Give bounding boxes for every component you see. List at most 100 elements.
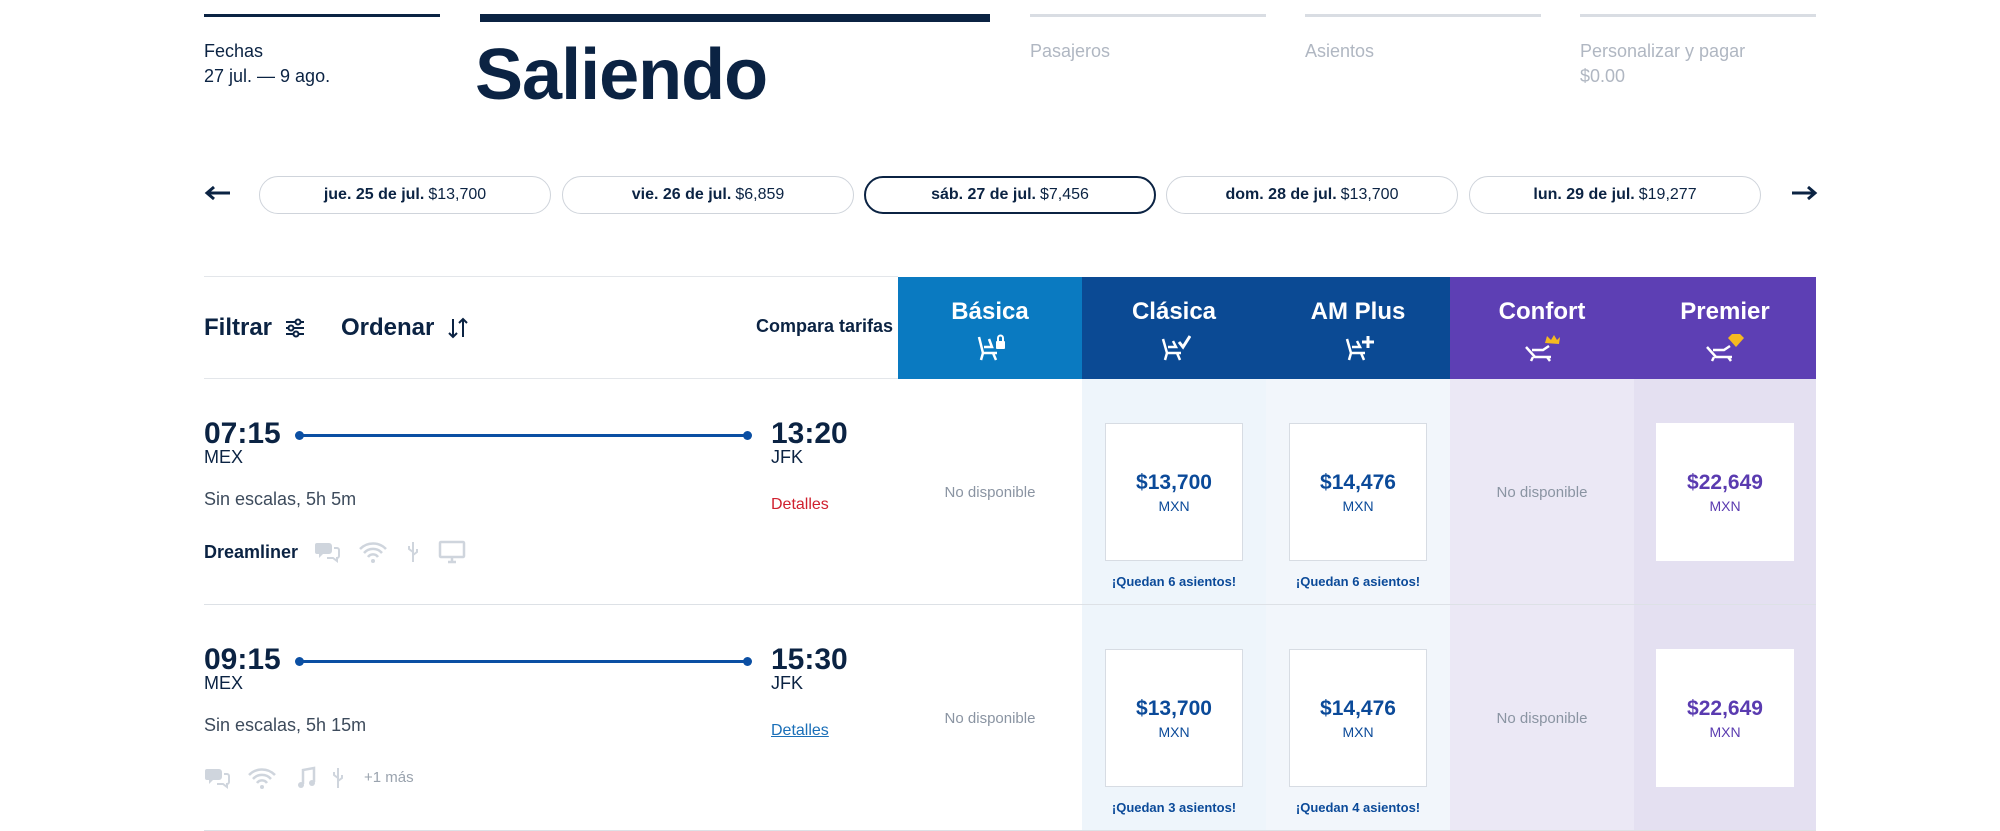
row-divider bbox=[204, 604, 1816, 605]
route-end-dot bbox=[743, 431, 752, 440]
fare-currency: MXN bbox=[1342, 498, 1374, 514]
usb-icon bbox=[406, 540, 420, 569]
flight-duration: Sin escalas, 5h 15m bbox=[204, 715, 367, 735]
step-sub: $0.00 bbox=[1580, 66, 1626, 86]
date-option-27-selected[interactable]: sáb. 27 de jul. $7,456 bbox=[864, 176, 1156, 214]
step-label: Pasajeros bbox=[1030, 41, 1111, 61]
wifi-icon bbox=[247, 766, 277, 795]
fare-card-clasica[interactable]: $13,700 MXN bbox=[1105, 649, 1243, 787]
seat-gem-icon bbox=[1634, 333, 1816, 368]
step-sub: 27 jul. — 9 ago. bbox=[204, 66, 331, 86]
fare-card-premier[interactable]: $22,649 MXN bbox=[1656, 423, 1794, 561]
step-label: Asientos bbox=[1305, 41, 1375, 61]
fare-price: $13,700 bbox=[1136, 697, 1212, 720]
date-price: $6,859 bbox=[735, 186, 785, 203]
fare-currency: MXN bbox=[1158, 724, 1190, 740]
fare-price: $13,700 bbox=[1136, 471, 1212, 494]
filter-label: Filtrar bbox=[204, 314, 273, 341]
step-pasajeros: Pasajeros bbox=[1030, 14, 1266, 63]
arrival-time: 15:30 bbox=[771, 643, 848, 676]
compare-fares-link[interactable]: Compara tarifas bbox=[756, 316, 893, 337]
sort-icon bbox=[448, 317, 469, 339]
date-price: $7,456 bbox=[1040, 186, 1089, 203]
fare-card-amplus[interactable]: $14,476 MXN bbox=[1289, 649, 1427, 787]
arrow-left-icon[interactable] bbox=[204, 178, 234, 208]
filter-icon bbox=[286, 318, 305, 338]
fare-card-clasica[interactable]: $13,700 MXN bbox=[1105, 423, 1243, 561]
seats-left: ¡Quedan 4 asientos! bbox=[1295, 800, 1421, 815]
seat-plus-icon bbox=[1266, 333, 1450, 368]
seats-left: ¡Quedan 3 asientos! bbox=[1111, 800, 1237, 815]
usb-icon bbox=[331, 766, 345, 795]
fare-card-premier[interactable]: $22,649 MXN bbox=[1656, 649, 1794, 787]
fare-header-basica[interactable]: Básica bbox=[898, 277, 1082, 379]
fare-unavailable: No disponible bbox=[944, 710, 1036, 727]
music-icon bbox=[296, 766, 316, 795]
sort-button[interactable]: Ordenar bbox=[341, 314, 470, 342]
seats-left: ¡Quedan 6 asientos! bbox=[1111, 574, 1237, 589]
seat-lock-icon bbox=[898, 333, 1082, 368]
step-personalizar: Personalizar y pagar $0.00 bbox=[1580, 14, 1816, 89]
date-option-26[interactable]: vie. 26 de jul. $6,859 bbox=[562, 176, 854, 214]
fare-name: Básica bbox=[951, 298, 1029, 325]
details-link[interactable]: Detalles bbox=[771, 496, 829, 514]
fare-price: $14,476 bbox=[1320, 697, 1396, 720]
step-bar bbox=[1580, 14, 1816, 17]
seat-crown-icon bbox=[1450, 333, 1634, 368]
date-option-25[interactable]: jue. 25 de jul. $13,700 bbox=[259, 176, 551, 214]
filter-button[interactable]: Filtrar bbox=[204, 314, 306, 342]
page-title: Saliendo bbox=[475, 35, 768, 115]
divider bbox=[204, 276, 898, 277]
details-link[interactable]: Detalles bbox=[771, 722, 829, 740]
wifi-icon bbox=[358, 540, 388, 569]
step-saliendo bbox=[480, 14, 990, 22]
fare-currency: MXN bbox=[1709, 498, 1741, 514]
step-bar bbox=[1305, 14, 1541, 17]
date-option-28[interactable]: dom. 28 de jul. $13,700 bbox=[1166, 176, 1458, 214]
fare-unavailable: No disponible bbox=[944, 484, 1036, 501]
more-amenities[interactable]: +1 más bbox=[364, 769, 414, 786]
fare-card-amplus[interactable]: $14,476 MXN bbox=[1289, 423, 1427, 561]
arrival-time: 13:20 bbox=[771, 417, 848, 450]
arrival-airport: JFK bbox=[771, 673, 804, 693]
chat-icon bbox=[314, 540, 340, 569]
fare-header-premier[interactable]: Premier bbox=[1634, 277, 1816, 379]
sort-label: Ordenar bbox=[341, 314, 435, 341]
fare-header-confort[interactable]: Confort bbox=[1450, 277, 1634, 379]
fare-name: Confort bbox=[1498, 298, 1586, 325]
fare-header-clasica[interactable]: Clásica bbox=[1082, 277, 1266, 379]
fare-price: $22,649 bbox=[1687, 471, 1763, 494]
fare-name: Clásica bbox=[1131, 298, 1217, 325]
departure-time: 09:15 bbox=[204, 643, 281, 676]
departure-airport: MEX bbox=[204, 673, 244, 693]
step-fechas[interactable]: Fechas 27 jul. — 9 ago. bbox=[204, 14, 440, 89]
aircraft-name: Dreamliner bbox=[204, 542, 299, 562]
step-label: Fechas bbox=[204, 41, 264, 61]
date-label: dom. 28 de jul. bbox=[1225, 186, 1337, 203]
date-price: $19,277 bbox=[1638, 186, 1697, 203]
step-label: Personalizar y pagar bbox=[1580, 41, 1746, 61]
flight-duration: Sin escalas, 5h 5m bbox=[204, 489, 357, 509]
date-label: jue. 25 de jul. bbox=[323, 186, 425, 203]
arrow-right-icon[interactable] bbox=[1790, 178, 1820, 208]
date-label: vie. 26 de jul. bbox=[631, 186, 732, 203]
step-bar bbox=[204, 14, 440, 17]
seats-left: ¡Quedan 6 asientos! bbox=[1295, 574, 1421, 589]
date-label: sáb. 27 de jul. bbox=[931, 186, 1036, 203]
fare-header-amplus[interactable]: AM Plus bbox=[1266, 277, 1450, 379]
route-end-dot bbox=[743, 657, 752, 666]
departure-time: 07:15 bbox=[204, 417, 281, 450]
fare-currency: MXN bbox=[1158, 498, 1190, 514]
fare-price: $14,476 bbox=[1320, 471, 1396, 494]
fare-unavailable: No disponible bbox=[1496, 710, 1588, 727]
date-option-29[interactable]: lun. 29 de jul. $19,277 bbox=[1469, 176, 1761, 214]
departure-airport: MEX bbox=[204, 447, 244, 467]
route-line bbox=[299, 660, 747, 663]
step-asientos: Asientos bbox=[1305, 14, 1541, 63]
arrival-airport: JFK bbox=[771, 447, 804, 467]
fare-unavailable: No disponible bbox=[1496, 484, 1588, 501]
fare-name: AM Plus bbox=[1310, 298, 1406, 325]
date-price: $13,700 bbox=[1340, 186, 1399, 203]
route-line bbox=[299, 434, 747, 437]
fare-currency: MXN bbox=[1342, 724, 1374, 740]
